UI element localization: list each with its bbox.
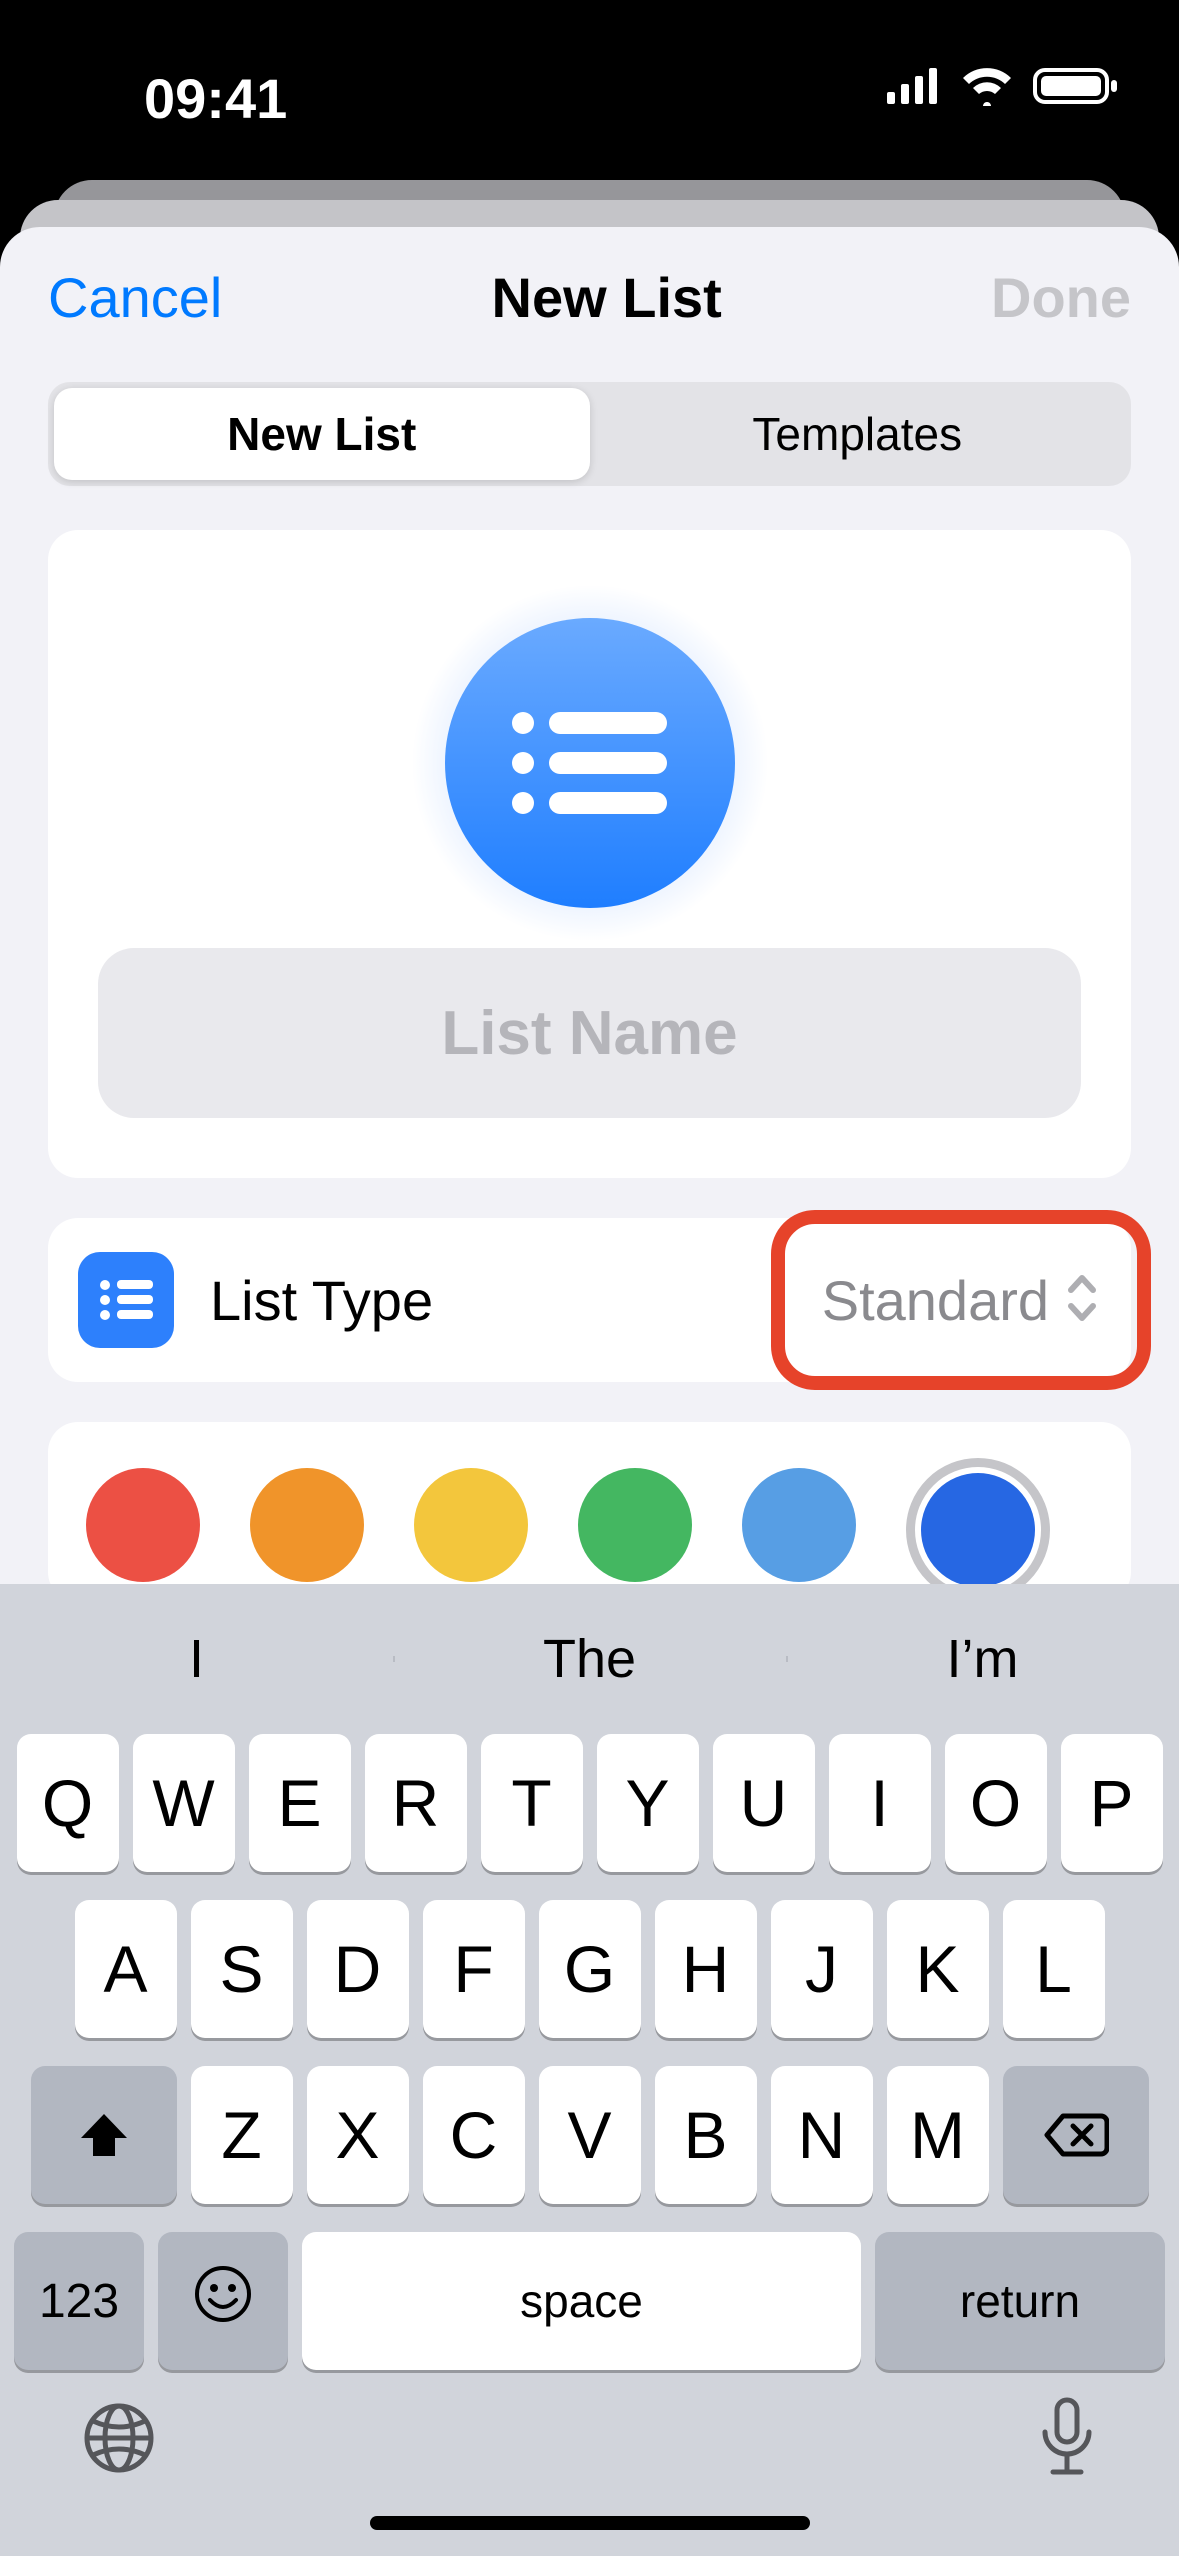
key-row-2: A S D F G H J K L bbox=[14, 1900, 1165, 2038]
suggestion-bar: I The I’m bbox=[0, 1584, 1179, 1734]
key-q[interactable]: Q bbox=[17, 1734, 119, 1872]
done-button[interactable]: Done bbox=[991, 265, 1131, 330]
segmented-control: New List Templates bbox=[0, 382, 1179, 486]
cancel-button[interactable]: Cancel bbox=[48, 265, 222, 330]
battery-icon bbox=[1033, 66, 1119, 111]
key-m[interactable]: M bbox=[887, 2066, 989, 2204]
key-d[interactable]: D bbox=[307, 1900, 409, 2038]
backspace-icon bbox=[1043, 2112, 1109, 2158]
key-i[interactable]: I bbox=[829, 1734, 931, 1872]
key-o[interactable]: O bbox=[945, 1734, 1047, 1872]
key-c[interactable]: C bbox=[423, 2066, 525, 2204]
key-u[interactable]: U bbox=[713, 1734, 815, 1872]
home-indicator[interactable] bbox=[370, 2516, 810, 2530]
emoji-icon bbox=[193, 2264, 253, 2338]
key-l[interactable]: L bbox=[1003, 1900, 1105, 2038]
color-blue-inner bbox=[921, 1473, 1035, 1587]
chevron-up-down-icon bbox=[1063, 1270, 1101, 1331]
key-a[interactable]: A bbox=[75, 1900, 177, 2038]
list-type-row[interactable]: List Type Standard bbox=[48, 1218, 1131, 1382]
key-p[interactable]: P bbox=[1061, 1734, 1163, 1872]
key-e[interactable]: E bbox=[249, 1734, 351, 1872]
key-row-3: Z X C V B N M bbox=[14, 2066, 1165, 2204]
key-row-4: 123 space return bbox=[0, 2232, 1179, 2370]
key-f[interactable]: F bbox=[423, 1900, 525, 2038]
cellular-icon bbox=[887, 68, 941, 109]
sheet-nav: Cancel New List Done bbox=[0, 227, 1179, 360]
color-row bbox=[48, 1422, 1131, 1602]
key-g[interactable]: G bbox=[539, 1900, 641, 2038]
list-bullets-icon bbox=[505, 703, 675, 823]
sheet-title: New List bbox=[492, 265, 722, 330]
shift-icon bbox=[77, 2110, 131, 2160]
list-type-card: List Type Standard bbox=[48, 1218, 1131, 1382]
keyboard-footer bbox=[0, 2370, 1179, 2530]
key-x[interactable]: X bbox=[307, 2066, 409, 2204]
list-icon-circle bbox=[445, 618, 735, 908]
name-card bbox=[48, 530, 1131, 1178]
keyboard: I The I’m Q W E R T Y U I O P A S D F bbox=[0, 1584, 1179, 2556]
key-s[interactable]: S bbox=[191, 1900, 293, 2038]
list-name-input[interactable] bbox=[98, 948, 1081, 1118]
wifi-icon bbox=[959, 66, 1015, 111]
key-t[interactable]: T bbox=[481, 1734, 583, 1872]
segment-new-list[interactable]: New List bbox=[54, 388, 590, 480]
key-return[interactable]: return bbox=[875, 2232, 1165, 2370]
key-space[interactable]: space bbox=[302, 2232, 861, 2370]
status-time: 09:41 bbox=[144, 66, 287, 131]
status-icons bbox=[887, 66, 1119, 111]
suggestion-1[interactable]: I bbox=[0, 1628, 393, 1690]
key-z[interactable]: Z bbox=[191, 2066, 293, 2204]
list-type-label: List Type bbox=[210, 1268, 822, 1333]
modal-sheet: Cancel New List Done New List Templates bbox=[0, 227, 1179, 2556]
globe-icon[interactable] bbox=[80, 2399, 158, 2482]
key-row-1: Q W E R T Y U I O P bbox=[14, 1734, 1165, 1872]
key-n[interactable]: N bbox=[771, 2066, 873, 2204]
key-w[interactable]: W bbox=[133, 1734, 235, 1872]
key-k[interactable]: K bbox=[887, 1900, 989, 2038]
key-y[interactable]: Y bbox=[597, 1734, 699, 1872]
list-type-icon bbox=[78, 1252, 174, 1348]
key-r[interactable]: R bbox=[365, 1734, 467, 1872]
list-icon-preview[interactable] bbox=[98, 578, 1081, 948]
mic-icon[interactable] bbox=[1035, 2394, 1099, 2487]
key-b[interactable]: B bbox=[655, 2066, 757, 2204]
color-yellow[interactable] bbox=[414, 1468, 528, 1582]
status-bar: 09:41 bbox=[0, 0, 1179, 170]
color-orange[interactable] bbox=[250, 1468, 364, 1582]
key-shift[interactable] bbox=[31, 2066, 177, 2204]
color-green[interactable] bbox=[578, 1468, 692, 1582]
key-backspace[interactable] bbox=[1003, 2066, 1149, 2204]
key-h[interactable]: H bbox=[655, 1900, 757, 2038]
color-card bbox=[48, 1422, 1131, 1602]
segment-templates[interactable]: Templates bbox=[590, 388, 1126, 480]
suggestion-2[interactable]: The bbox=[393, 1628, 786, 1690]
color-red[interactable] bbox=[86, 1468, 200, 1582]
key-123[interactable]: 123 bbox=[14, 2232, 144, 2370]
list-type-value: Standard bbox=[822, 1268, 1049, 1333]
key-v[interactable]: V bbox=[539, 2066, 641, 2204]
color-blue-selected[interactable] bbox=[906, 1458, 1050, 1602]
key-j[interactable]: J bbox=[771, 1900, 873, 2038]
color-lightblue[interactable] bbox=[742, 1468, 856, 1582]
suggestion-3[interactable]: I’m bbox=[786, 1628, 1179, 1690]
key-emoji[interactable] bbox=[158, 2232, 288, 2370]
